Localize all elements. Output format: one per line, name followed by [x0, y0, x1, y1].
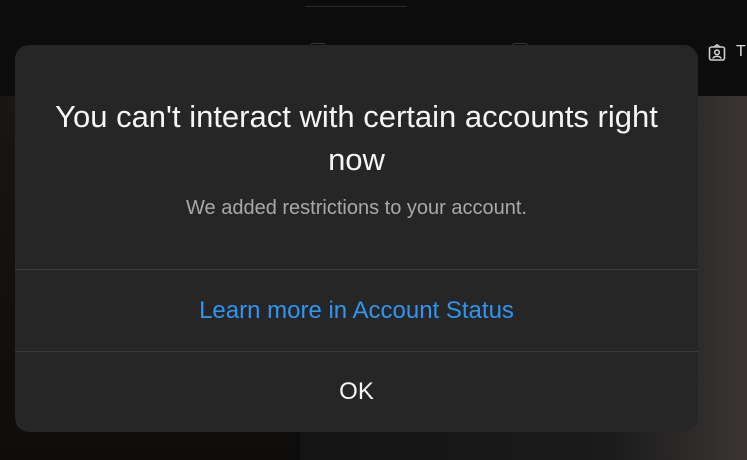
dialog-subtitle: We added restrictions to your account. [186, 197, 527, 219]
background-divider [305, 6, 407, 7]
restriction-dialog: You can't interact with certain accounts… [15, 45, 698, 432]
ok-button[interactable]: OK [15, 352, 698, 432]
tagged-icon[interactable] [708, 43, 726, 62]
tagged-tab-label[interactable]: T [736, 43, 746, 61]
dialog-header: You can't interact with certain accounts… [15, 45, 698, 269]
learn-more-button[interactable]: Learn more in Account Status [15, 270, 698, 351]
dialog-title: You can't interact with certain accounts… [55, 99, 658, 177]
